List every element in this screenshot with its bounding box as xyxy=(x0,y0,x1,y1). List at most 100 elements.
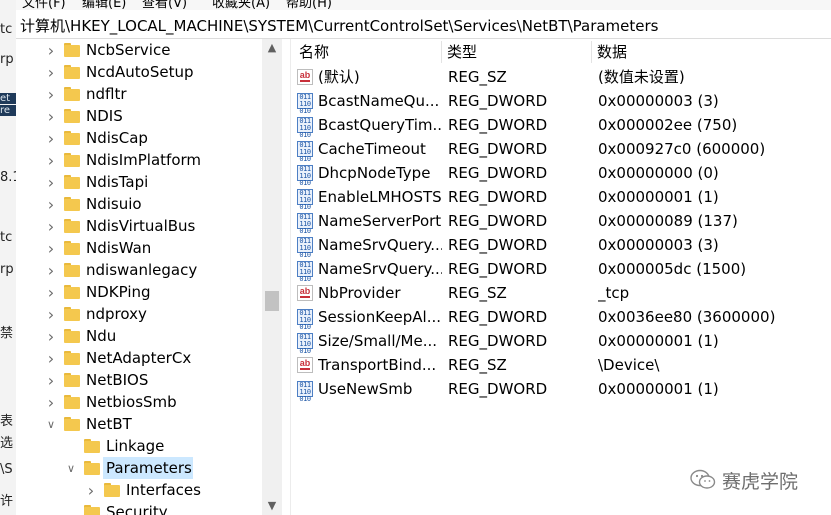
folder-icon xyxy=(64,197,80,211)
chevron-right-icon[interactable]: › xyxy=(44,171,58,193)
folder-icon xyxy=(64,373,80,387)
chevron-right-icon[interactable]: › xyxy=(44,61,58,83)
value-type: REG_DWORD xyxy=(448,116,548,134)
value-row[interactable]: 011 110 010 UseNewSmb REG_DWORD 0x00000001 (1… xyxy=(291,377,831,403)
value-name: NbProvider xyxy=(318,284,401,302)
value-row[interactable]: 011 110 010 Size/Small/Me... REG_DWORD 0x0000… xyxy=(291,329,831,355)
tree-item-ndisvirtualbus[interactable]: NdisVirtualBus xyxy=(86,215,195,237)
chevron-right-icon[interactable]: › xyxy=(44,105,58,127)
pane-splitter[interactable] xyxy=(282,39,291,515)
tree-item-ndisimplatform[interactable]: NdisImPlatform xyxy=(86,149,201,171)
tree-scrollbar[interactable]: ▲ ▼ xyxy=(262,39,282,515)
value-row[interactable]: 011 110 010 EnableLMHOSTS REG_DWORD 0x0000000… xyxy=(291,185,831,211)
folder-icon xyxy=(64,307,80,321)
chevron-right-icon[interactable]: › xyxy=(44,149,58,171)
tree-item-ncdautosetup[interactable]: NcdAutoSetup xyxy=(86,61,193,83)
tree-item-ndis[interactable]: NDIS xyxy=(86,105,123,127)
tree-item-parameters[interactable]: Parameters xyxy=(106,457,192,479)
tree-item-ndiswan[interactable]: NdisWan xyxy=(86,237,151,259)
tree-item-netbiossmb[interactable]: NetbiosSmb xyxy=(86,391,177,413)
value-row[interactable]: ab TransportBind... REG_SZ \Device\ xyxy=(291,353,831,377)
menu-bar: 文件(F) 编辑(E) 查看(V) 收藏夹(A) 帮助(H) xyxy=(16,0,831,10)
value-type: REG_SZ xyxy=(448,284,507,302)
tree-item-ndfltr[interactable]: ndfltr xyxy=(86,83,127,105)
chevron-right-icon[interactable]: › xyxy=(44,127,58,149)
menu-item[interactable]: 编辑(E) xyxy=(82,0,126,10)
chevron-right-icon[interactable]: › xyxy=(44,369,58,391)
tree-item-ndistapi[interactable]: NdisTapi xyxy=(86,171,148,193)
background-text-fragment: tc xyxy=(0,230,13,245)
registry-tree: › NcbService › NcdAutoSetup › ndfltr › NDIS › Ndi… xyxy=(16,39,262,515)
address-path[interactable]: 计算机\HKEY_LOCAL_MACHINE\SYSTEM\CurrentCon… xyxy=(20,15,658,36)
menu-item[interactable]: 文件(F) xyxy=(22,0,66,10)
background-text-fragment: re xyxy=(0,105,16,116)
binary-value-icon: 011 110 010 xyxy=(297,189,313,211)
value-row[interactable]: 011 110 010 SessionKeepAl... REG_DWORD 0x0036… xyxy=(291,305,831,331)
chevron-down-icon[interactable]: ∨ xyxy=(44,413,58,435)
value-row[interactable]: ab NbProvider REG_SZ _tcp xyxy=(291,281,831,305)
menu-item[interactable]: 帮助(H) xyxy=(286,0,332,10)
value-data: 0x00000001 (1) xyxy=(598,380,719,398)
chevron-right-icon[interactable]: › xyxy=(44,259,58,281)
chevron-right-icon[interactable]: › xyxy=(44,215,58,237)
value-row[interactable]: 011 110 010 BcastNameQu... REG_DWORD 0x000000… xyxy=(291,89,831,115)
tree-item-ndisuio[interactable]: Ndisuio xyxy=(86,193,142,215)
folder-icon xyxy=(84,461,100,475)
column-divider[interactable] xyxy=(441,41,442,63)
chevron-right-icon[interactable]: › xyxy=(44,347,58,369)
column-header-data[interactable]: 数据 xyxy=(597,39,627,65)
value-name: TransportBind... xyxy=(318,356,437,374)
value-name: NameSrvQuery... xyxy=(318,260,442,278)
tree-item-security[interactable]: Security xyxy=(106,501,168,515)
watermark-text: 赛虎学院 xyxy=(722,470,799,493)
folder-icon xyxy=(64,131,80,145)
menu-item[interactable]: 查看(V) xyxy=(142,0,187,10)
chevron-right-icon[interactable]: › xyxy=(84,479,98,501)
wechat-icon xyxy=(690,469,716,491)
tree-item-linkage[interactable]: Linkage xyxy=(106,435,164,457)
value-row[interactable]: 011 110 010 NameServerPort REG_DWORD 0x000000… xyxy=(291,209,831,235)
chevron-right-icon[interactable]: › xyxy=(44,391,58,413)
scroll-up-icon[interactable]: ▲ xyxy=(262,39,282,57)
value-data: 0x000002ee (750) xyxy=(598,116,738,134)
chevron-down-icon[interactable]: ∨ xyxy=(64,457,78,479)
value-type: REG_DWORD xyxy=(448,92,548,110)
column-header-name[interactable]: 名称 xyxy=(299,39,329,65)
column-divider[interactable] xyxy=(591,41,592,63)
value-row[interactable]: 011 110 010 CacheTimeout REG_DWORD 0x000927c0… xyxy=(291,137,831,163)
value-row[interactable]: 011 110 010 BcastQueryTim... REG_DWORD 0x0000… xyxy=(291,113,831,139)
chevron-right-icon[interactable]: › xyxy=(44,193,58,215)
tree-item-ndproxy[interactable]: ndproxy xyxy=(86,303,147,325)
folder-icon xyxy=(64,329,80,343)
scroll-down-icon[interactable]: ▼ xyxy=(262,497,282,515)
tree-item-ndiscap[interactable]: NdisCap xyxy=(86,127,148,149)
tree-item-interfaces[interactable]: Interfaces xyxy=(126,479,201,501)
value-row[interactable]: ab (默认) REG_SZ (数值未设置) xyxy=(291,65,831,89)
chevron-right-icon[interactable]: › xyxy=(44,325,58,347)
scrollbar-thumb[interactable] xyxy=(265,291,279,311)
chevron-right-icon[interactable]: › xyxy=(44,39,58,61)
folder-icon xyxy=(64,417,80,431)
menu-item[interactable]: 收藏夹(A) xyxy=(212,0,270,10)
tree-item-netbios[interactable]: NetBIOS xyxy=(86,369,148,391)
string-value-icon: ab xyxy=(297,357,313,373)
value-data: 0x00000089 (137) xyxy=(598,212,738,230)
background-text-fragment: rp xyxy=(0,262,14,277)
value-row[interactable]: 011 110 010 NameSrvQuery... REG_DWORD 0x00000… xyxy=(291,257,831,283)
tree-item-ndiswanlegacy[interactable]: ndiswanlegacy xyxy=(86,259,197,281)
tree-item-ncbservice[interactable]: NcbService xyxy=(86,39,170,61)
chevron-right-icon[interactable]: › xyxy=(44,237,58,259)
value-name: NameSrvQuery... xyxy=(318,236,442,254)
column-header-type[interactable]: 类型 xyxy=(447,39,477,65)
value-data: 0x00000003 (3) xyxy=(598,92,719,110)
chevron-right-icon[interactable]: › xyxy=(44,83,58,105)
address-bar[interactable]: 计算机\HKEY_LOCAL_MACHINE\SYSTEM\CurrentCon… xyxy=(16,10,831,39)
value-row[interactable]: 011 110 010 DhcpNodeType REG_DWORD 0x00000000… xyxy=(291,161,831,187)
tree-item-netadaptercx[interactable]: NetAdapterCx xyxy=(86,347,191,369)
tree-item-ndu[interactable]: Ndu xyxy=(86,325,116,347)
chevron-right-icon[interactable]: › xyxy=(44,281,58,303)
value-row[interactable]: 011 110 010 NameSrvQuery... REG_DWORD 0x00000… xyxy=(291,233,831,259)
chevron-right-icon[interactable]: › xyxy=(44,303,58,325)
tree-item-ndkping[interactable]: NDKPing xyxy=(86,281,151,303)
tree-item-netbt[interactable]: NetBT xyxy=(86,413,132,435)
